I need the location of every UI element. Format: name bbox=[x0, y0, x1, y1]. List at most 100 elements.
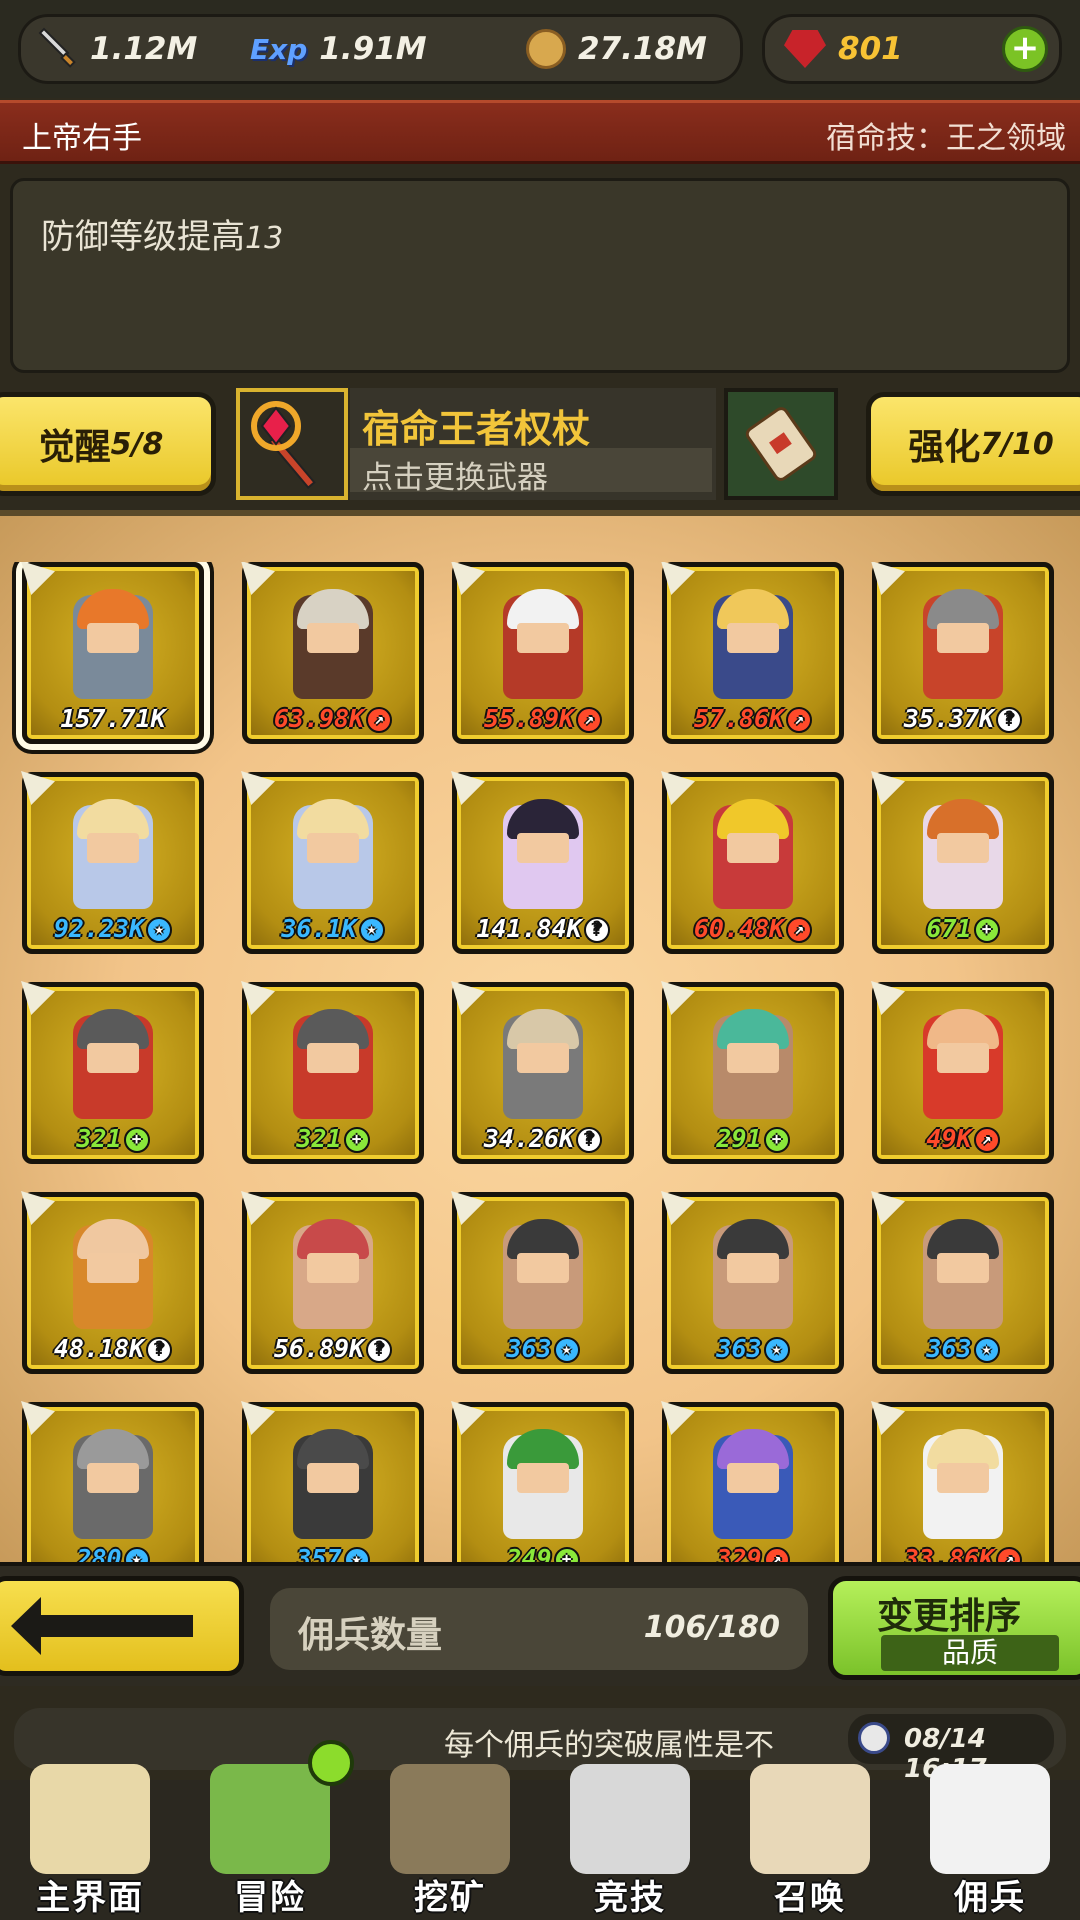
mercenary-card[interactable]: 363 ★ bbox=[661, 1191, 844, 1374]
nav-item-crossed-swords[interactable]: 竞技 bbox=[540, 1764, 720, 1920]
hero-face bbox=[517, 1043, 569, 1073]
hero-face bbox=[87, 1463, 139, 1493]
description-value: 13 bbox=[245, 221, 284, 256]
mercenary-card[interactable]: 157.71K bbox=[21, 562, 204, 744]
hero-power-value: 55.89K bbox=[483, 704, 575, 733]
hero-power-value: 321 bbox=[296, 1124, 342, 1153]
hero-power: 56.89K? bbox=[253, 1334, 413, 1363]
gem-value: 801 bbox=[838, 31, 903, 67]
sort-label: 变更排序 bbox=[876, 1596, 1021, 1637]
hero-face bbox=[727, 1253, 779, 1283]
artifact-description-panel: 防御等级提高13 bbox=[10, 178, 1070, 373]
awaken-corner-icon bbox=[241, 1401, 275, 1435]
attack-value: 1.12M bbox=[90, 31, 198, 67]
exp-icon: Exp bbox=[250, 32, 308, 66]
mercenary-card[interactable]: 363 ★ bbox=[451, 1191, 634, 1374]
mercenary-card[interactable]: 36.1K ★ bbox=[241, 771, 424, 954]
hero-power: 34.26K? bbox=[463, 1124, 623, 1153]
hero-class-badge-icon: ? bbox=[996, 707, 1023, 733]
gem-panel: 801 + bbox=[762, 14, 1062, 84]
mercenary-card[interactable]: 92.23K ★ bbox=[21, 771, 204, 954]
sort-mode: 品质 bbox=[881, 1635, 1059, 1671]
hero-class-badge-icon: ↗ bbox=[786, 917, 813, 943]
awaken-corner-icon bbox=[451, 1401, 485, 1435]
mercenary-card[interactable]: 55.89K ↗ bbox=[451, 562, 634, 744]
clock-display: 08/14 16:17 bbox=[848, 1714, 1054, 1784]
mercenary-card[interactable]: 141.84K? bbox=[451, 771, 634, 954]
mercenary-card[interactable]: 291 + bbox=[661, 981, 844, 1164]
hero-power: 321 + bbox=[253, 1124, 413, 1153]
mercenary-card[interactable]: 56.89K? bbox=[241, 1191, 424, 1374]
change-weapon-hint[interactable]: 点击更换武器 bbox=[350, 448, 712, 496]
tent-icon bbox=[930, 1764, 1050, 1874]
hero-face bbox=[937, 833, 989, 863]
hero-power-value: 34.26K bbox=[483, 1124, 575, 1153]
resource-bar: 1.12M Exp 1.91M 27.18M 801 + bbox=[0, 0, 1080, 98]
mercenary-card[interactable]: 671 + bbox=[871, 771, 1054, 954]
awaken-corner-icon bbox=[451, 981, 485, 1015]
hero-power-value: 141.84K bbox=[476, 914, 582, 943]
weapon-slot[interactable] bbox=[236, 388, 348, 500]
mercenary-card[interactable]: 34.26K? bbox=[451, 981, 634, 1164]
hero-power: 671 + bbox=[883, 914, 1043, 943]
hero-class-badge-icon: ↗ bbox=[786, 707, 813, 733]
gem-icon bbox=[784, 30, 826, 68]
mercenary-card[interactable]: 49K ↗ bbox=[871, 981, 1054, 1164]
hero-power-value: 321 bbox=[76, 1124, 122, 1153]
awaken-corner-icon bbox=[661, 1191, 695, 1225]
change-weapon-text: 点击更换武器 bbox=[362, 460, 548, 496]
nav-label: 挖矿 bbox=[414, 1878, 486, 1918]
nav-item-map[interactable]: 主界面 bbox=[0, 1764, 180, 1920]
enhance-button[interactable]: 强化 7/10 bbox=[866, 392, 1080, 496]
nav-item-scroll[interactable]: 召唤 bbox=[720, 1764, 900, 1920]
mercenary-card[interactable]: 321 + bbox=[241, 981, 424, 1164]
nav-item-pickaxe[interactable]: 挖矿 bbox=[360, 1764, 540, 1920]
sort-button[interactable]: 变更排序 品质 bbox=[828, 1576, 1080, 1680]
skill-scroll-slot[interactable] bbox=[724, 388, 838, 500]
mercenary-card[interactable]: 33.86K ↗ bbox=[871, 1401, 1054, 1565]
awaken-corner-icon bbox=[451, 771, 485, 805]
count-label: 佣兵数量 bbox=[298, 1615, 443, 1656]
mercenary-card[interactable]: 249 + bbox=[451, 1401, 634, 1565]
hero-class-badge-icon: ↗ bbox=[973, 1127, 1000, 1153]
hero-face bbox=[87, 833, 139, 863]
mercenary-card[interactable]: 280 ★ bbox=[21, 1401, 204, 1565]
hero-power: 49K ↗ bbox=[883, 1124, 1043, 1153]
weapon-info[interactable]: 宿命王者权杖 点击更换武器 bbox=[350, 388, 716, 500]
hero-power-value: 291 bbox=[716, 1124, 762, 1153]
mercenary-card[interactable]: 57.86K ↗ bbox=[661, 562, 844, 744]
back-button[interactable] bbox=[0, 1576, 244, 1676]
hero-face bbox=[517, 833, 569, 863]
nav-item-island[interactable]: 冒险 bbox=[180, 1764, 360, 1920]
hero-power: 36.1K ★ bbox=[253, 914, 413, 943]
mercenary-card[interactable]: 357 ★ bbox=[241, 1401, 424, 1565]
mercenary-card[interactable]: 329 ↗ bbox=[661, 1401, 844, 1565]
mercenary-card[interactable]: 321 + bbox=[21, 981, 204, 1164]
mercenary-card[interactable]: 363 ★ bbox=[871, 1191, 1054, 1374]
artifact-description: 防御等级提高13 bbox=[41, 209, 283, 258]
mercenary-card[interactable]: 48.18K? bbox=[21, 1191, 204, 1374]
hero-power-value: 63.98K bbox=[273, 704, 365, 733]
hero-power: 363 ★ bbox=[673, 1334, 833, 1363]
hero-power-value: 49K bbox=[926, 1124, 972, 1153]
mercenary-card[interactable]: 35.37K? bbox=[871, 562, 1054, 744]
add-gems-button[interactable]: + bbox=[1002, 26, 1048, 72]
mercenary-card[interactable]: 60.48K ↗ bbox=[661, 771, 844, 954]
awaken-button[interactable]: 觉醒 5/8 bbox=[0, 392, 216, 496]
nav-label: 冒险 bbox=[234, 1878, 306, 1918]
awaken-corner-icon bbox=[21, 1191, 55, 1225]
awaken-corner-icon bbox=[661, 771, 695, 805]
awaken-corner-icon bbox=[21, 1401, 55, 1435]
awaken-label: 觉醒 bbox=[38, 427, 111, 468]
awaken-value: 5/8 bbox=[110, 426, 164, 462]
awaken-corner-icon bbox=[21, 562, 55, 595]
awaken-corner-icon bbox=[241, 1191, 275, 1225]
exp-resource: Exp 1.91M bbox=[250, 14, 427, 84]
hero-power: 157.71K bbox=[33, 704, 193, 733]
nav-label: 佣兵 bbox=[954, 1878, 1026, 1918]
news-ticker: 每个佣兵的突破属性是不 08/14 16:17 bbox=[14, 1708, 1066, 1784]
nav-item-tent[interactable]: 佣兵 bbox=[900, 1764, 1080, 1920]
hero-class-badge-icon: ★ bbox=[763, 1337, 790, 1363]
hero-face bbox=[727, 1043, 779, 1073]
mercenary-card[interactable]: 63.98K ↗ bbox=[241, 562, 424, 744]
